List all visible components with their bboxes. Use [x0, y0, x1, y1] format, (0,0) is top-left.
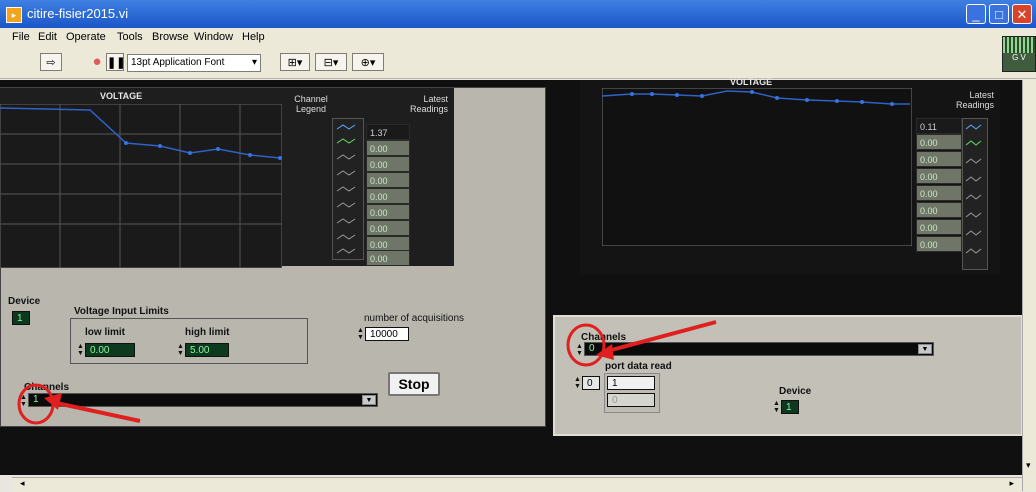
- right-channels-stepper[interactable]: ▲ ▼: [576, 343, 583, 357]
- menu-browse[interactable]: Browse: [152, 31, 189, 43]
- left-reading-1: 1.37: [366, 124, 410, 140]
- chevron-down-icon: ▾: [251, 57, 257, 68]
- port-value-2: 0: [607, 393, 655, 407]
- close-button[interactable]: ✕: [1012, 4, 1032, 24]
- reorder-button[interactable]: ⊕▾: [352, 53, 384, 71]
- right-reading-7: 0.00: [916, 219, 962, 235]
- right-graph-title: VOLTAGE: [730, 77, 773, 87]
- legend-plots-icon: [965, 124, 982, 254]
- scroll-down-icon[interactable]: ▾: [1026, 460, 1031, 471]
- left-reading-9: 0.00: [366, 250, 410, 266]
- left-channels-value: 1: [33, 394, 39, 405]
- horizontal-scrollbar[interactable]: ◂ ▸: [12, 477, 1022, 492]
- menu-edit[interactable]: Edit: [38, 31, 57, 43]
- port-value-1: 1: [607, 376, 655, 390]
- left-graph-title: VOLTAGE: [100, 91, 143, 101]
- menu-tools[interactable]: Tools: [117, 31, 143, 43]
- channel-legend-label: Channel Legend: [294, 94, 328, 114]
- scroll-right-icon[interactable]: ▸: [1009, 478, 1014, 489]
- menu-window[interactable]: Window: [194, 31, 233, 43]
- left-readings-label: Latest Readings: [409, 94, 448, 114]
- minimize-button[interactable]: _: [966, 4, 986, 24]
- right-plot-area: [602, 88, 912, 246]
- right-channels-select[interactable]: 0 ▼: [584, 342, 934, 356]
- right-reading-5: 0.00: [916, 185, 962, 201]
- low-limit-input[interactable]: 0.00: [85, 343, 135, 357]
- right-device-label: Device: [779, 386, 812, 397]
- menu-file[interactable]: File: [12, 31, 30, 43]
- high-limit-stepper[interactable]: ▲ ▼: [177, 343, 184, 357]
- acquisitions-stepper[interactable]: ▲ ▼: [357, 327, 364, 341]
- right-channels-value: 0: [589, 343, 595, 354]
- menu-operate[interactable]: Operate: [66, 31, 106, 43]
- right-device-input[interactable]: 1: [781, 400, 799, 414]
- stop-button[interactable]: Stop: [388, 372, 440, 396]
- port-data-array: 1 0: [604, 373, 660, 413]
- channel-legend: [332, 118, 364, 260]
- voltage-limits-label: Voltage Input Limits: [74, 306, 169, 317]
- left-device-indicator: 1: [12, 311, 30, 325]
- left-reading-5: 0.00: [366, 188, 410, 204]
- font-select[interactable]: 13pt Application Font ▾: [127, 54, 261, 72]
- abort-icon[interactable]: ●: [88, 53, 106, 71]
- acquisitions-label: number of acquisitions: [364, 313, 465, 324]
- legend-plots-icon: [336, 124, 356, 254]
- low-limit-stepper[interactable]: ▲ ▼: [77, 343, 84, 357]
- left-device-label: Device: [8, 296, 41, 307]
- left-channels-label: Channels: [24, 382, 70, 393]
- left-reading-2: 0.00: [366, 140, 410, 156]
- chevron-down-icon[interactable]: ▼: [362, 395, 376, 405]
- scroll-left-icon[interactable]: ◂: [20, 478, 25, 489]
- distribute-objects-button[interactable]: ⊟▾: [315, 53, 347, 71]
- window-title: citire-fisier2015.vi: [27, 6, 129, 21]
- chevron-down-icon[interactable]: ▼: [918, 344, 932, 354]
- right-reading-4: 0.00: [916, 168, 962, 184]
- vertical-scrollbar[interactable]: ▾: [1022, 80, 1036, 491]
- high-limit-input[interactable]: 5.00: [185, 343, 229, 357]
- left-reading-4: 0.00: [366, 172, 410, 188]
- font-select-value: 13pt Application Font: [131, 57, 225, 68]
- voltage-limits-cluster: low limit high limit ▲ ▼ 0.00 ▲ ▼ 5.00: [70, 318, 308, 364]
- low-limit-label: low limit: [85, 327, 125, 338]
- right-reading-8: 0.00: [916, 236, 962, 252]
- right-reading-6: 0.00: [916, 202, 962, 218]
- port-index-input[interactable]: 0: [582, 376, 600, 390]
- vi-icon[interactable]: G V: [1002, 36, 1036, 72]
- toolbar: ⇨ ● ❚❚ 13pt Application Font ▾ ⊞▾ ⊟▾ ⊕▾: [0, 48, 1036, 79]
- right-reading-1: 0.11: [916, 118, 962, 134]
- left-plot-area: [0, 104, 282, 268]
- acquisitions-input[interactable]: 10000: [365, 327, 409, 341]
- vi-icon-text: G V: [1012, 53, 1026, 62]
- pause-button[interactable]: ❚❚: [106, 53, 125, 71]
- app-icon: ▸: [6, 7, 22, 23]
- right-channel-legend: [962, 118, 988, 270]
- maximize-button[interactable]: □: [989, 4, 1009, 24]
- high-limit-label: high limit: [185, 327, 230, 338]
- right-readings-label: Latest Readings: [955, 90, 994, 110]
- left-channels-select[interactable]: 1 ▼: [28, 393, 378, 407]
- title-bar: ▸ citire-fisier2015.vi _ □ ✕: [0, 0, 1036, 28]
- run-arrow-icon[interactable]: ⇨: [40, 53, 62, 71]
- left-reading-3: 0.00: [366, 156, 410, 172]
- menu-bar: File Edit Operate Tools Browse Window He…: [0, 28, 1036, 48]
- align-objects-button[interactable]: ⊞▾: [280, 53, 310, 71]
- left-reading-6: 0.00: [366, 204, 410, 220]
- right-reading-2: 0.00: [916, 134, 962, 150]
- menu-help[interactable]: Help: [242, 31, 265, 43]
- left-channels-stepper[interactable]: ▲ ▼: [20, 394, 27, 408]
- port-data-read-label: port data read: [605, 361, 672, 372]
- port-index-stepper[interactable]: ▲ ▼: [574, 376, 581, 390]
- right-device-stepper[interactable]: ▲ ▼: [773, 400, 780, 414]
- left-reading-7: 0.00: [366, 220, 410, 236]
- right-reading-3: 0.00: [916, 151, 962, 167]
